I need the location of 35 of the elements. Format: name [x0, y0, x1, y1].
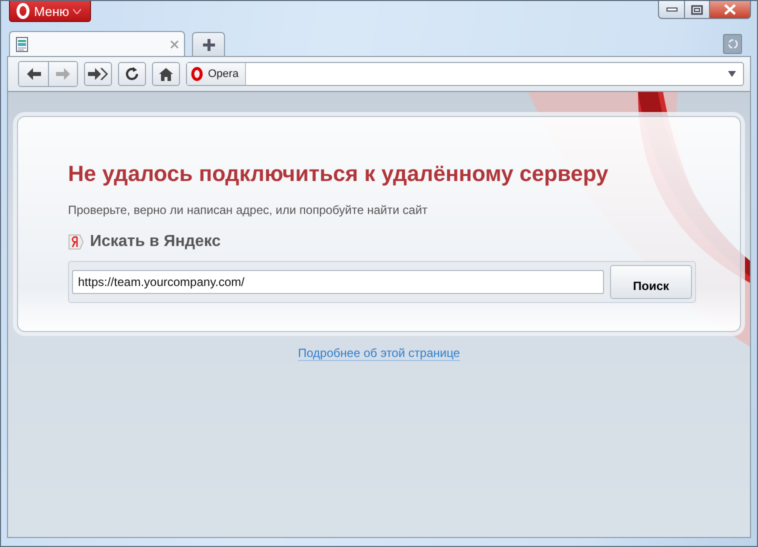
browser-tab[interactable]	[9, 31, 185, 56]
dropdown-caret-icon[interactable]	[727, 71, 737, 77]
search-field[interactable]: https://team.yourcompany.com/	[72, 270, 604, 294]
error-title: Не удалось подключиться к удалённому серверу	[68, 161, 610, 187]
fast-forward-button[interactable]	[84, 62, 112, 86]
back-arrow-icon	[26, 68, 40, 80]
minimize-icon	[666, 6, 678, 12]
plus-icon	[202, 38, 214, 50]
address-field[interactable]: Opera	[186, 62, 744, 86]
site-badge-label: Opera	[208, 68, 239, 80]
search-button[interactable]: Поиск	[610, 265, 692, 299]
error-message: Проверьте, верно ли написан адрес, или попробуйте найти сайт	[68, 203, 429, 217]
maximize-button[interactable]	[684, 1, 710, 19]
home-button[interactable]	[152, 62, 180, 86]
opera-logo-icon	[191, 67, 203, 81]
recycle-icon	[726, 38, 738, 50]
back-button[interactable]	[19, 62, 48, 86]
search-label: Искать в Яндекс	[90, 233, 221, 251]
page-icon	[16, 36, 28, 52]
close-tab-icon	[170, 40, 179, 48]
opera-logo-icon	[16, 3, 30, 19]
forward-arrow-icon	[56, 68, 70, 80]
home-icon	[159, 68, 173, 80]
minimize-button[interactable]	[658, 1, 685, 19]
double-arrow-icon	[88, 68, 108, 80]
reload-button[interactable]	[118, 62, 146, 86]
close-button[interactable]	[709, 1, 751, 19]
maximize-icon	[691, 4, 703, 14]
close-icon	[723, 4, 737, 15]
reload-icon	[125, 67, 139, 81]
yandex-icon	[68, 234, 84, 250]
caret-icon	[73, 8, 82, 14]
new-tab-button[interactable]	[192, 32, 225, 56]
menu-button[interactable]: Меню	[9, 1, 91, 22]
trash-button[interactable]	[723, 34, 742, 54]
